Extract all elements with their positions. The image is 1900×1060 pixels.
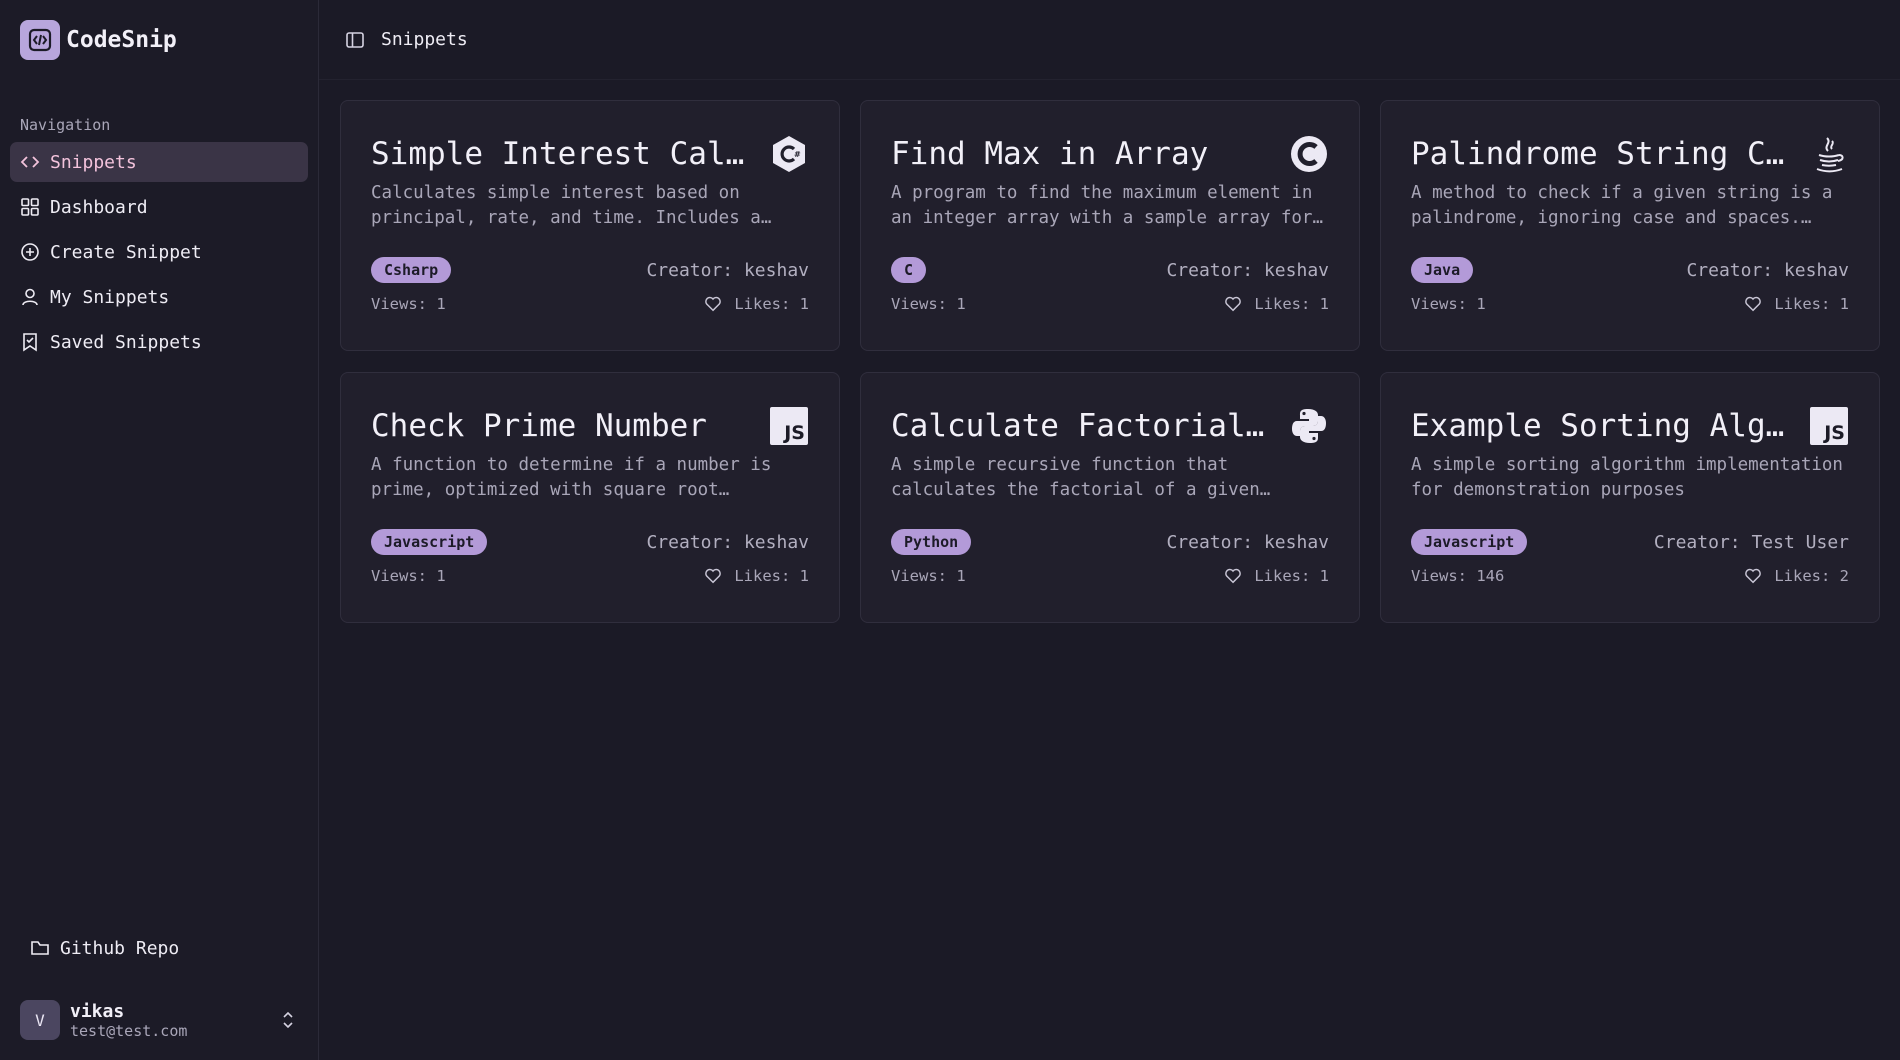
snippet-description: A simple sorting algorithm implementatio… [1411,455,1843,500]
snippet-creator: Creator: keshav [1686,259,1849,281]
snippet-title: Calculate Factorial Using Recursion [891,408,1281,444]
page-title: Snippets [381,29,468,50]
heart-icon [704,294,724,314]
snippet-views: Views: 146 [1411,567,1505,585]
like-button[interactable]: Likes: 1 [704,566,809,586]
snippet-description: A simple recursive function that calcula… [891,455,1260,500]
language-badge: Javascript [1411,529,1528,555]
grid-icon [20,197,40,217]
snippet-creator: Creator: keshav [1166,259,1329,281]
sidebar-item-my-snippets[interactable]: My Snippets [10,277,308,317]
heart-icon [1744,566,1764,586]
language-badge: Javascript [371,529,488,555]
user-info: vikas test@test.com [70,1001,278,1040]
sidebar-item-create-snippet[interactable]: Create Snippet [10,232,308,272]
github-repo-label: Github Repo [60,937,180,959]
language-badge: Java [1411,257,1474,283]
snippet-likes: Likes: 1 [734,567,809,585]
snippet-views: Views: 1 [891,295,966,313]
snippet-likes: Likes: 1 [1254,567,1329,585]
snippet-card[interactable]: Example Sorting Algorithm JS A simple so… [1380,372,1880,623]
snippet-views: Views: 1 [1411,295,1486,313]
sidebar-item-dashboard[interactable]: Dashboard [10,187,308,227]
snippet-grid: Simple Interest Calculator in C# # Calcu… [319,80,1900,623]
brand[interactable]: CodeSnip [0,0,318,80]
codesnip-logo-icon [20,20,60,60]
user-email: test@test.com [70,1021,188,1040]
snippet-title: Simple Interest Calculator in C# [371,136,761,172]
main-content: Snippets Simple Interest Calculator in C… [319,0,1900,1060]
heart-icon [1744,294,1764,314]
snippet-title: Find Max in Array [891,136,1209,172]
sidebar-toggle-icon[interactable] [343,28,367,52]
snippet-likes: Likes: 1 [1254,295,1329,313]
snippet-card[interactable]: Calculate Factorial Using Recursion A si… [860,372,1360,623]
avatar: V [20,1000,60,1040]
like-button[interactable]: Likes: 1 [1224,294,1329,314]
plus-circle-icon [20,242,40,262]
python-icon [1289,406,1329,446]
language-badge: Csharp [371,257,452,283]
sidebar-item-label: Create Snippet [50,241,202,263]
snippet-likes: Likes: 1 [734,295,809,313]
user-icon [20,287,40,307]
javascript-icon: JS [1809,406,1849,446]
code-icon [20,152,40,172]
snippet-title: Check Prime Number [371,408,707,444]
c-icon [1289,134,1329,174]
folder-icon [30,938,50,958]
github-repo-link[interactable]: Github Repo [20,928,308,968]
snippet-card[interactable]: Find Max in Array A program to find the … [860,100,1360,351]
sidebar-item-label: Saved Snippets [50,331,202,353]
sidebar-nav: Snippets Dashboard Create Snippet My Sni… [0,142,318,367]
language-badge: C [891,257,927,283]
snippet-creator: Creator: Test User [1653,531,1849,553]
like-button[interactable]: Likes: 2 [1744,566,1849,586]
heart-icon [1224,294,1244,314]
like-button[interactable]: Likes: 1 [704,294,809,314]
like-button[interactable]: Likes: 1 [1224,566,1329,586]
csharp-icon: # [769,134,809,174]
snippet-views: Views: 1 [371,295,446,313]
snippet-creator: Creator: keshav [646,259,809,281]
sidebar-footer: Github Repo V vikas test@test.com [0,928,318,1060]
heart-icon [704,566,724,586]
user-menu[interactable]: V vikas test@test.com [0,986,318,1054]
user-name: vikas [70,1000,125,1022]
like-button[interactable]: Likes: 1 [1744,294,1849,314]
sidebar-item-snippets[interactable]: Snippets [10,142,308,182]
sidebar-item-label: Snippets [50,151,137,173]
app-root: CodeSnip Navigation Snippets Dashboard C… [0,0,1900,1060]
javascript-icon: JS [769,406,809,446]
chevrons-up-down-icon [278,1010,298,1030]
snippet-description: Calculates simple interest based on prin… [371,183,761,228]
top-bar: Snippets [319,0,1900,80]
sidebar-item-label: Dashboard [50,196,148,218]
snippet-card[interactable]: Simple Interest Calculator in C# # Calcu… [340,100,840,351]
java-icon [1809,134,1849,174]
sidebar-item-saved-snippets[interactable]: Saved Snippets [10,322,308,362]
snippet-card[interactable]: Palindrome String Checker A me [1380,100,1880,351]
snippet-creator: Creator: keshav [646,531,809,553]
snippet-likes: Likes: 2 [1774,567,1849,585]
nav-section-heading: Navigation [20,116,111,134]
snippet-likes: Likes: 1 [1774,295,1849,313]
snippet-card[interactable]: Check Prime Number JS A function to dete… [340,372,840,623]
bookmark-icon [20,332,40,352]
snippet-creator: Creator: keshav [1166,531,1329,553]
sidebar: CodeSnip Navigation Snippets Dashboard C… [0,0,319,1060]
sidebar-item-label: My Snippets [50,286,170,308]
snippet-description: A program to find the maximum element in… [891,183,1313,228]
snippet-views: Views: 1 [371,567,446,585]
language-badge: Python [891,529,972,555]
snippet-title: Example Sorting Algorithm [1411,408,1801,444]
app-name: CodeSnip [66,27,177,53]
snippet-views: Views: 1 [891,567,966,585]
svg-text:#: # [794,150,801,159]
snippet-title: Palindrome String Checker [1411,136,1801,172]
snippet-description: A method to check if a given string is a… [1411,183,1833,228]
snippet-description: A function to determine if a number is p… [371,455,772,500]
heart-icon [1224,566,1244,586]
